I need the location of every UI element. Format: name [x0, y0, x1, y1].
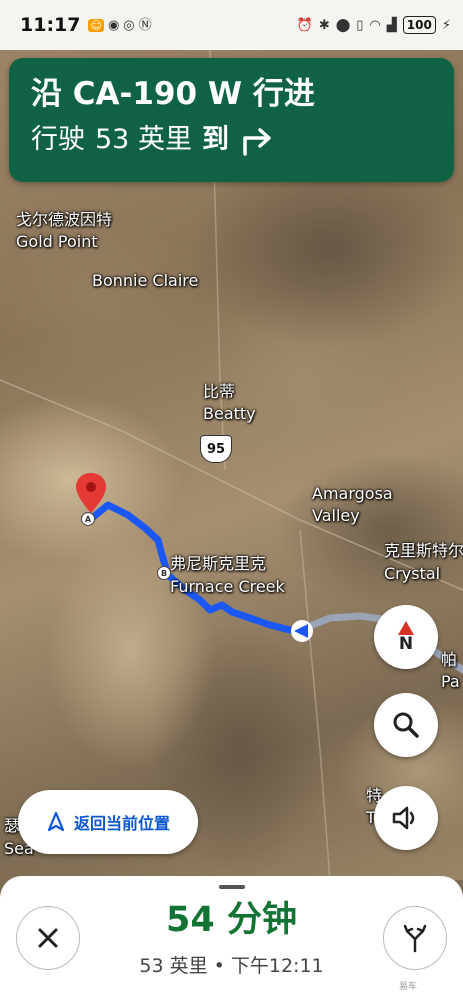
status-right-icons: ⏰ ✱ ⬤ ▯ ◠ ▟ 100 ⚡	[297, 16, 451, 34]
compass-needle-icon	[398, 621, 414, 635]
alternate-routes-button[interactable]	[383, 906, 447, 970]
app-icon: ☺	[88, 18, 104, 32]
label-amargosa-valley: Valley	[312, 506, 360, 525]
destination-pin-icon[interactable]	[76, 473, 106, 513]
status-bar: 11:17 ☺ ◉ ◎ Ⓝ ⏰ ✱ ⬤ ▯ ◠ ▟ 100 ⚡	[0, 0, 463, 50]
road-line	[299, 529, 331, 880]
label-beatty-en: Beatty	[203, 404, 256, 423]
compass-label: N	[398, 634, 414, 654]
label-furnace-creek-en: Furnace Creek	[170, 577, 285, 596]
label-gold-point-en: Gold Point	[16, 232, 98, 251]
highway-95-shield: 95	[200, 435, 232, 463]
banner-distance-row: 行驶 53 英里 到	[31, 122, 432, 158]
bluetooth-icon: ✱	[318, 17, 330, 33]
direction-banner[interactable]: 沿 CA-190 W 行进 行驶 53 英里 到	[9, 58, 454, 182]
fork-routes-icon	[403, 924, 427, 953]
speaker-icon	[392, 806, 415, 830]
label-bonnie-claire: Bonnie Claire	[92, 271, 199, 290]
location-icon: ◉	[107, 17, 120, 33]
eta-duration: 54 分钟	[166, 900, 297, 940]
close-navigation-button[interactable]	[16, 906, 80, 970]
vibrate-icon: ▯	[356, 17, 364, 33]
turn-right-icon	[243, 128, 271, 156]
status-left-icons: ☺ ◉ ◎ Ⓝ	[88, 17, 152, 33]
banner-road: 沿 CA-190 W 行进	[31, 76, 315, 112]
label-gold-point-cn: 戈尔德波因特	[16, 210, 113, 229]
alarm-icon: ⏰	[296, 17, 313, 33]
label-crystal-cn: 克里斯特尔	[384, 541, 463, 560]
close-icon	[38, 928, 58, 948]
label-pahrump-en: Pa	[441, 672, 460, 691]
search-icon	[393, 712, 419, 738]
banner-distance-suffix: 到	[201, 124, 229, 155]
recenter-label: 返回当前位置	[73, 814, 170, 833]
charging-icon: ⚡	[441, 17, 451, 33]
navigation-arrow-icon	[47, 811, 65, 832]
banner-distance-prefix: 行驶	[31, 124, 85, 155]
sheet-grabber[interactable]	[219, 885, 245, 889]
search-button[interactable]	[374, 693, 438, 757]
label-pahrump-cn: 帕	[441, 650, 458, 669]
banner-distance-value: 53 英里	[95, 124, 192, 155]
label-crystal-en: Crystal	[384, 564, 441, 583]
n-icon: Ⓝ	[138, 17, 152, 33]
nfc-icon: ◎	[123, 17, 135, 33]
recenter-button[interactable]: 返回当前位置	[18, 790, 198, 854]
bottom-sheet[interactable]: 54 分钟 53 英里 • 下午12:11 易车	[0, 876, 463, 1000]
compass-button[interactable]: N	[374, 605, 438, 669]
marker-a: A	[81, 512, 95, 526]
wifi-icon: ◠	[369, 17, 381, 33]
sound-button[interactable]	[374, 786, 438, 850]
signal-icon: ▟	[386, 17, 397, 33]
battery-indicator: 100	[402, 16, 436, 34]
status-time: 11:17	[20, 14, 81, 36]
label-amargosa: Amargosa	[312, 484, 393, 503]
eta-details: 53 英里 • 下午12:11	[139, 955, 324, 977]
marker-b: B	[157, 566, 171, 580]
location-icon: ⬤	[335, 17, 351, 33]
label-furnace-creek-cn: 弗尼斯克里克	[170, 554, 267, 573]
label-beatty-cn: 比蒂	[203, 382, 236, 401]
watermark: 易车	[398, 982, 417, 992]
